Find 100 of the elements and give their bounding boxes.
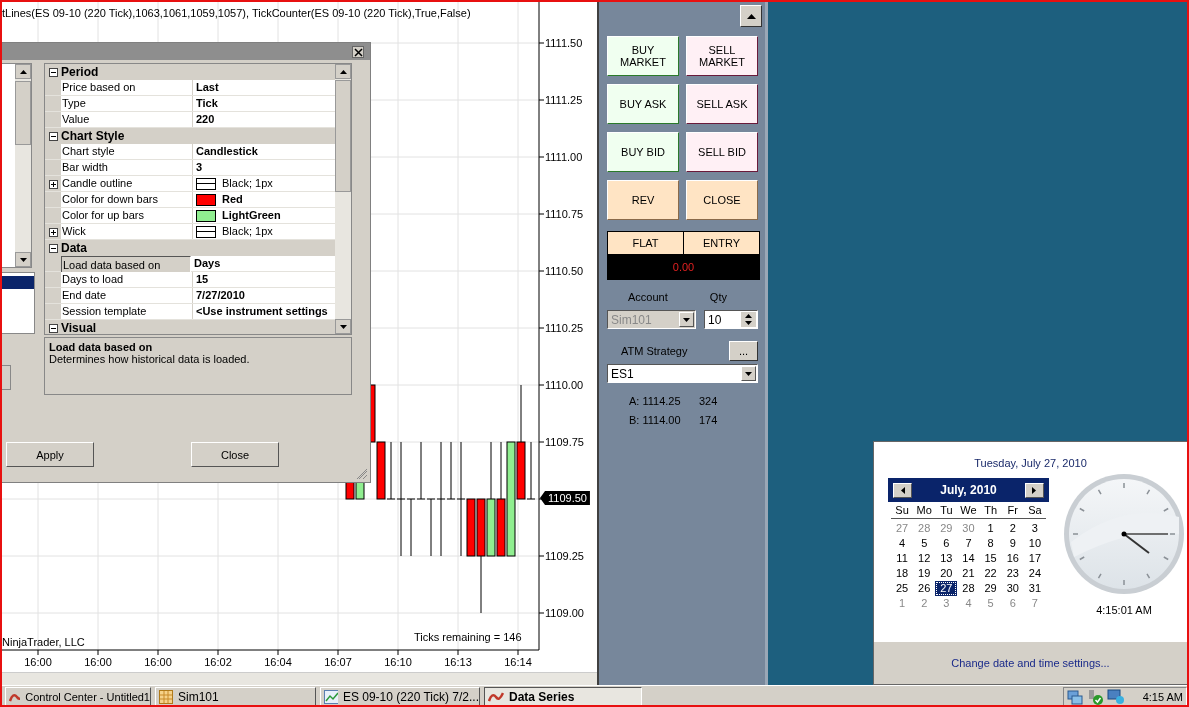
- down-arrow-icon[interactable]: [745, 321, 752, 326]
- calendar-day[interactable]: 1: [979, 521, 1002, 536]
- resize-grip-icon[interactable]: [356, 468, 368, 480]
- settings-link[interactable]: Change date and time settings...: [951, 657, 1110, 669]
- property-value[interactable]: Red: [222, 192, 243, 207]
- calendar-day[interactable]: 24: [1023, 566, 1046, 581]
- property-value[interactable]: 220: [196, 112, 215, 127]
- calendar-day[interactable]: 6: [1001, 596, 1024, 611]
- apply-button[interactable]: Apply: [6, 442, 94, 467]
- calendar-day[interactable]: 1: [891, 596, 914, 611]
- property-label[interactable]: Wick: [61, 224, 193, 239]
- taskbar-button[interactable]: Control Center - Untitled1: [5, 686, 151, 705]
- indicator-list[interactable]: [2, 272, 35, 334]
- order-button[interactable]: BUY ASK: [607, 84, 679, 124]
- close-button[interactable]: Close: [191, 442, 279, 467]
- calendar-day[interactable]: 8: [979, 536, 1002, 551]
- plug-check-icon[interactable]: [1086, 688, 1104, 705]
- property-value[interactable]: 3: [196, 160, 203, 175]
- calendar-day[interactable]: 28: [913, 521, 936, 536]
- property-label[interactable]: Type: [61, 96, 193, 111]
- property-label[interactable]: Bar width: [61, 160, 193, 175]
- property-label[interactable]: Value: [61, 112, 193, 127]
- up-arrow-icon[interactable]: [745, 313, 752, 318]
- monitor-icon[interactable]: [1107, 688, 1125, 705]
- calendar-day[interactable]: 12: [913, 551, 936, 566]
- close-icon[interactable]: [352, 46, 364, 58]
- order-button[interactable]: BUY MARKET: [607, 36, 679, 76]
- calendar-day[interactable]: 13: [935, 551, 958, 566]
- taskbar-button[interactable]: Data Series: [484, 686, 642, 705]
- calendar-day[interactable]: 3: [935, 596, 958, 611]
- calendar-day[interactable]: 5: [979, 596, 1002, 611]
- calendar-day[interactable]: 23: [1001, 566, 1024, 581]
- property-label[interactable]: Days to load: [61, 272, 193, 287]
- collapse-button[interactable]: [740, 5, 762, 27]
- calendar-day[interactable]: 27: [935, 581, 958, 596]
- calendar-day[interactable]: 26: [913, 581, 936, 596]
- calendar-day[interactable]: 17: [1023, 551, 1046, 566]
- quote-price: A: 1114.25: [629, 395, 682, 407]
- order-button[interactable]: SELL ASK: [686, 84, 758, 124]
- calendar-day[interactable]: 6: [935, 536, 958, 551]
- calendar-day[interactable]: 27: [891, 521, 914, 536]
- property-value[interactable]: Tick: [196, 96, 218, 111]
- calendar-day[interactable]: 30: [957, 521, 980, 536]
- calendar-day[interactable]: 29: [935, 521, 958, 536]
- up-arrow-icon[interactable]: [19, 69, 27, 74]
- property-label[interactable]: Color for down bars: [61, 192, 193, 207]
- grid-scrollbar[interactable]: [335, 64, 351, 334]
- order-button[interactable]: CLOSE: [686, 180, 758, 220]
- calendar-day[interactable]: 18: [891, 566, 914, 581]
- taskbar-clock[interactable]: 4:15 AM: [1142, 690, 1183, 703]
- property-value[interactable]: 15: [196, 272, 209, 287]
- quantity-field[interactable]: 10: [704, 310, 758, 329]
- horizontal-scrollbar[interactable]: [2, 672, 597, 685]
- down-arrow-icon[interactable]: [19, 257, 27, 262]
- property-label[interactable]: Color for up bars: [61, 208, 193, 223]
- previous-month-button[interactable]: [893, 482, 912, 498]
- calendar-day[interactable]: 10: [1023, 536, 1046, 551]
- calendar-day[interactable]: 3: [1023, 521, 1046, 536]
- calendar-day[interactable]: 22: [979, 566, 1002, 581]
- taskbar-button[interactable]: ES 09-10 (220 Tick) 7/2...: [320, 686, 480, 705]
- order-button[interactable]: SELL BID: [686, 132, 758, 172]
- calendar-day[interactable]: 9: [1001, 536, 1024, 551]
- calendar-day[interactable]: 5: [913, 536, 936, 551]
- calendar-day[interactable]: 4: [891, 536, 914, 551]
- calendar-day[interactable]: 31: [1023, 581, 1046, 596]
- calendar-day[interactable]: 2: [913, 596, 936, 611]
- calendar-day[interactable]: 7: [1023, 596, 1046, 611]
- list-scrollbar[interactable]: [15, 64, 31, 267]
- property-value[interactable]: Last: [196, 80, 219, 95]
- order-button[interactable]: BUY BID: [607, 132, 679, 172]
- property-label[interactable]: Candle outline: [61, 176, 193, 191]
- calendar-day[interactable]: 4: [957, 596, 980, 611]
- calendar-day[interactable]: 29: [979, 581, 1002, 596]
- calendar-day[interactable]: 28: [957, 581, 980, 596]
- next-month-button[interactable]: [1025, 482, 1044, 498]
- calendar-day[interactable]: 7: [957, 536, 980, 551]
- calendar-day[interactable]: 14: [957, 551, 980, 566]
- calendar-day[interactable]: 30: [1001, 581, 1024, 596]
- network-icon[interactable]: [1067, 688, 1083, 705]
- order-button[interactable]: REV: [607, 180, 679, 220]
- property-label[interactable]: Chart style: [61, 144, 193, 159]
- down-arrow-icon[interactable]: [339, 324, 347, 329]
- calendar-day[interactable]: 20: [935, 566, 958, 581]
- calendar-day[interactable]: 15: [979, 551, 1002, 566]
- property-value[interactable]: Days: [194, 256, 221, 271]
- calendar-day[interactable]: 19: [913, 566, 936, 581]
- property-label[interactable]: End date: [61, 288, 193, 303]
- taskbar-button[interactable]: Sim101: [155, 686, 316, 705]
- calendar-day[interactable]: 16: [1001, 551, 1024, 566]
- calendar-day[interactable]: 2: [1001, 521, 1024, 536]
- property-label[interactable]: Session template: [61, 304, 193, 319]
- calendar-day[interactable]: 11: [891, 551, 914, 566]
- up-arrow-icon[interactable]: [339, 69, 347, 74]
- atm-strategy-label: ATM Strategy: [620, 345, 688, 357]
- property-label[interactable]: Price based on: [61, 80, 193, 95]
- atm-settings-button[interactable]: ...: [729, 341, 758, 361]
- order-button[interactable]: SELL MARKET: [686, 36, 758, 76]
- atm-strategy-dropdown[interactable]: ES1: [607, 364, 758, 383]
- calendar-day[interactable]: 25: [891, 581, 914, 596]
- calendar-day[interactable]: 21: [957, 566, 980, 581]
